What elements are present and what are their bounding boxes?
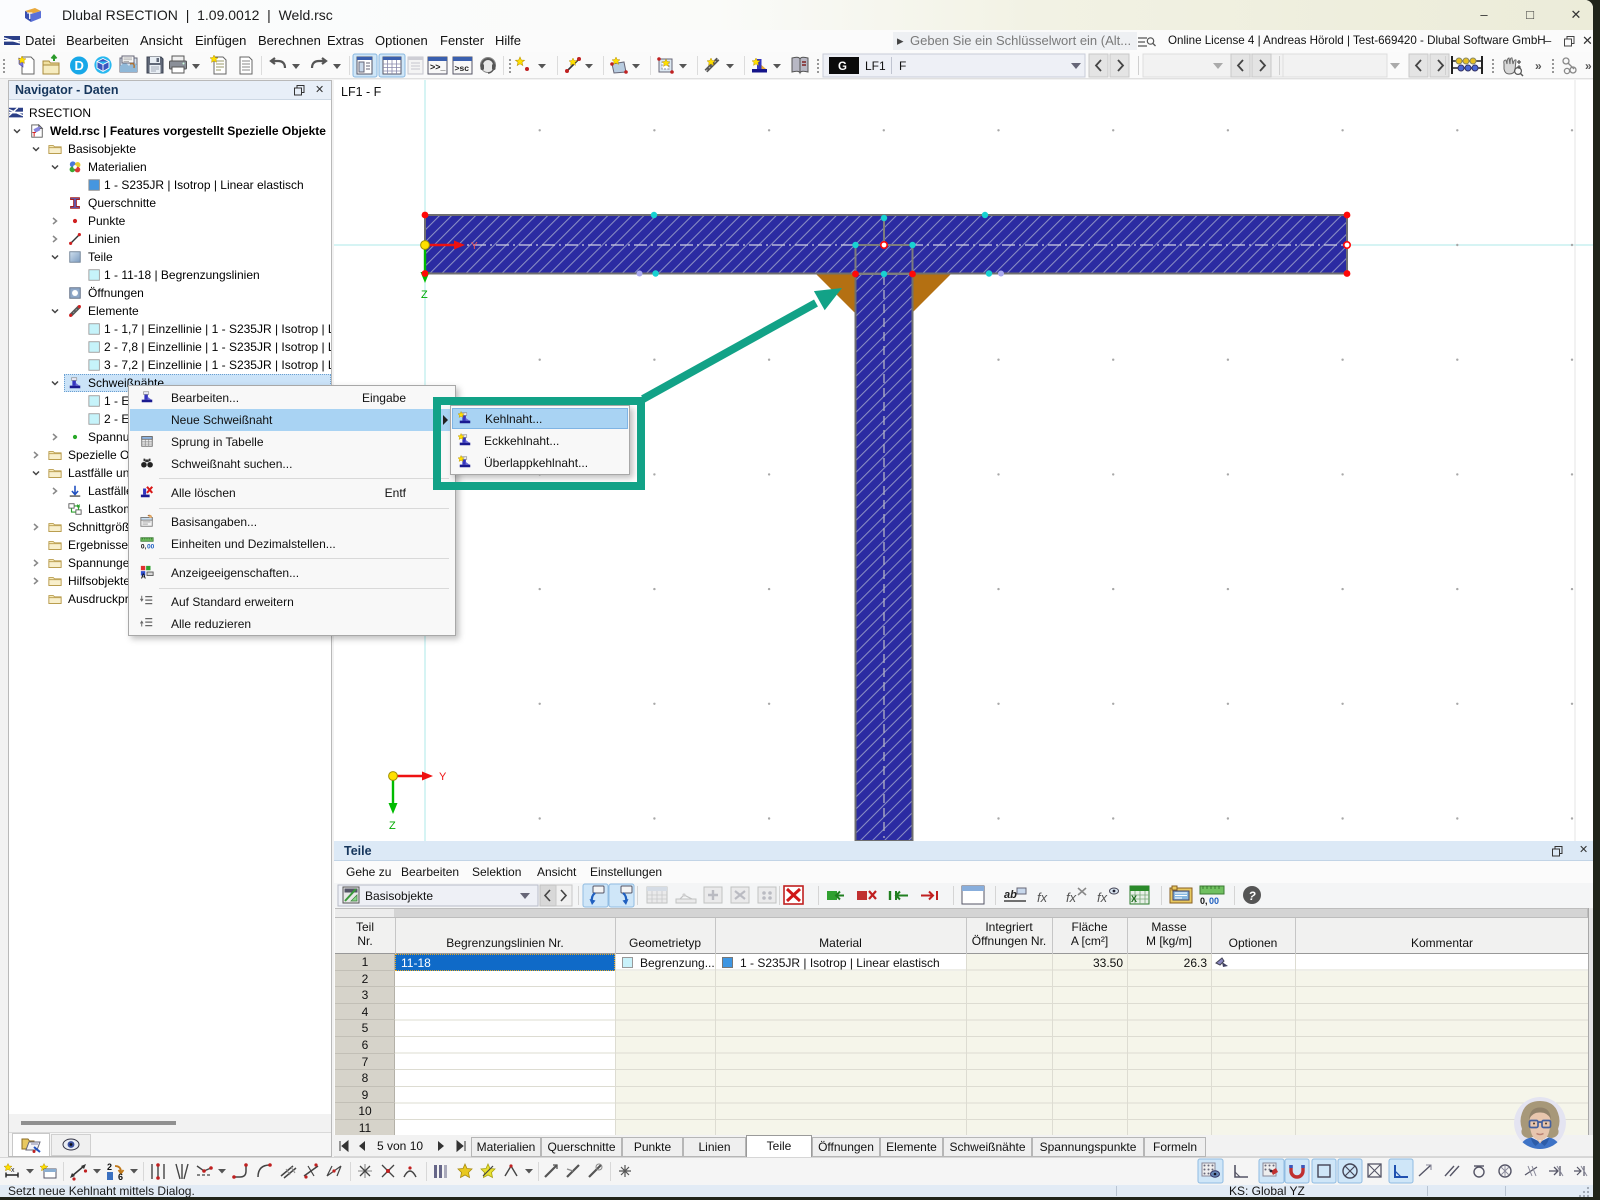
svg-text:fx: fx [1097,890,1108,905]
svg-text:2: 2 [107,1162,112,1172]
svg-text:Y: Y [471,241,478,252]
svg-text:6: 6 [118,1172,123,1182]
svg-text:»: » [1585,59,1592,73]
svg-text:Y: Y [439,771,447,783]
svg-text:LF1: LF1 [865,59,886,73]
svg-text:»: » [1535,59,1542,73]
svg-text:Z: Z [389,820,396,832]
svg-text:G: G [838,61,847,73]
svg-text:T: T [27,11,33,21]
svg-text:fx: fx [1066,890,1077,905]
svg-text:Z: Z [421,289,428,301]
svg-text:ab: ab [1004,889,1017,901]
svg-text:LF1 - F: LF1 - F [341,85,382,99]
svg-text:?: ? [1249,889,1257,903]
svg-text:>>_: >>_ [430,62,447,72]
svg-text:D: D [75,58,84,73]
svg-text:fx: fx [1037,890,1048,905]
svg-text:>sc: >sc [455,63,470,73]
svg-text:F: F [899,59,906,73]
svg-text:0,: 0, [1200,896,1208,906]
svg-text:00: 00 [1209,896,1219,906]
svg-text:x: x [11,1167,15,1174]
svg-text:X: X [1131,894,1137,904]
svg-text:Basisobjekte: Basisobjekte [365,889,433,903]
